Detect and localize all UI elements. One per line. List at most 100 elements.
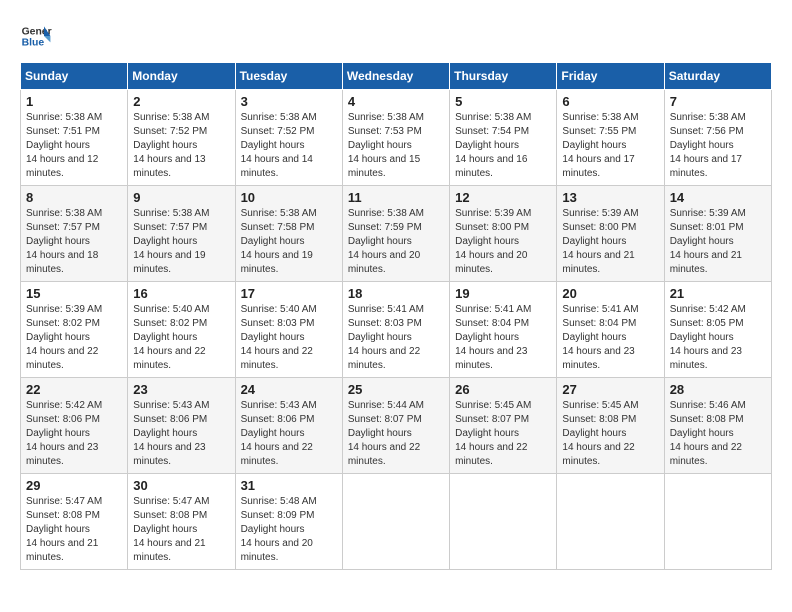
day-number: 17	[241, 286, 337, 301]
calendar-cell: 13 Sunrise: 5:39 AMSunset: 8:00 PMDaylig…	[557, 186, 664, 282]
calendar-cell: 18 Sunrise: 5:41 AMSunset: 8:03 PMDaylig…	[342, 282, 449, 378]
calendar-cell	[450, 474, 557, 570]
calendar-cell: 3 Sunrise: 5:38 AMSunset: 7:52 PMDayligh…	[235, 90, 342, 186]
day-header-thursday: Thursday	[450, 63, 557, 90]
day-number: 15	[26, 286, 122, 301]
day-number: 6	[562, 94, 658, 109]
day-number: 14	[670, 190, 766, 205]
day-number: 7	[670, 94, 766, 109]
day-number: 21	[670, 286, 766, 301]
calendar-cell: 10 Sunrise: 5:38 AMSunset: 7:58 PMDaylig…	[235, 186, 342, 282]
day-info: Sunrise: 5:38 AMSunset: 7:57 PMDaylight …	[133, 208, 209, 275]
calendar-cell: 24 Sunrise: 5:43 AMSunset: 8:06 PMDaylig…	[235, 378, 342, 474]
day-number: 3	[241, 94, 337, 109]
day-info: Sunrise: 5:38 AMSunset: 7:56 PMDaylight …	[670, 112, 746, 179]
calendar-cell	[342, 474, 449, 570]
calendar-cell: 29 Sunrise: 5:47 AMSunset: 8:08 PMDaylig…	[21, 474, 128, 570]
calendar-cell: 26 Sunrise: 5:45 AMSunset: 8:07 PMDaylig…	[450, 378, 557, 474]
day-info: Sunrise: 5:42 AMSunset: 8:05 PMDaylight …	[670, 304, 746, 371]
day-number: 13	[562, 190, 658, 205]
day-header-tuesday: Tuesday	[235, 63, 342, 90]
day-number: 24	[241, 382, 337, 397]
calendar-cell: 1 Sunrise: 5:38 AMSunset: 7:51 PMDayligh…	[21, 90, 128, 186]
day-number: 23	[133, 382, 229, 397]
day-number: 1	[26, 94, 122, 109]
day-info: Sunrise: 5:38 AMSunset: 7:58 PMDaylight …	[241, 208, 317, 275]
day-number: 16	[133, 286, 229, 301]
calendar-cell: 17 Sunrise: 5:40 AMSunset: 8:03 PMDaylig…	[235, 282, 342, 378]
calendar-cell: 2 Sunrise: 5:38 AMSunset: 7:52 PMDayligh…	[128, 90, 235, 186]
day-info: Sunrise: 5:41 AMSunset: 8:04 PMDaylight …	[455, 304, 531, 371]
calendar-cell	[557, 474, 664, 570]
day-info: Sunrise: 5:41 AMSunset: 8:04 PMDaylight …	[562, 304, 638, 371]
calendar-cell: 19 Sunrise: 5:41 AMSunset: 8:04 PMDaylig…	[450, 282, 557, 378]
day-info: Sunrise: 5:46 AMSunset: 8:08 PMDaylight …	[670, 400, 746, 467]
calendar-cell: 6 Sunrise: 5:38 AMSunset: 7:55 PMDayligh…	[557, 90, 664, 186]
calendar-cell: 25 Sunrise: 5:44 AMSunset: 8:07 PMDaylig…	[342, 378, 449, 474]
day-number: 25	[348, 382, 444, 397]
svg-text:Blue: Blue	[22, 38, 45, 49]
day-header-saturday: Saturday	[664, 63, 771, 90]
day-number: 22	[26, 382, 122, 397]
day-info: Sunrise: 5:45 AMSunset: 8:08 PMDaylight …	[562, 400, 638, 467]
day-info: Sunrise: 5:38 AMSunset: 7:54 PMDaylight …	[455, 112, 531, 179]
day-number: 18	[348, 286, 444, 301]
day-number: 11	[348, 190, 444, 205]
calendar-cell: 15 Sunrise: 5:39 AMSunset: 8:02 PMDaylig…	[21, 282, 128, 378]
day-info: Sunrise: 5:45 AMSunset: 8:07 PMDaylight …	[455, 400, 531, 467]
page-header: General Blue	[20, 20, 772, 52]
calendar-cell: 7 Sunrise: 5:38 AMSunset: 7:56 PMDayligh…	[664, 90, 771, 186]
day-number: 31	[241, 478, 337, 493]
day-header-sunday: Sunday	[21, 63, 128, 90]
calendar-cell: 16 Sunrise: 5:40 AMSunset: 8:02 PMDaylig…	[128, 282, 235, 378]
day-info: Sunrise: 5:42 AMSunset: 8:06 PMDaylight …	[26, 400, 102, 467]
day-info: Sunrise: 5:38 AMSunset: 7:53 PMDaylight …	[348, 112, 424, 179]
day-number: 10	[241, 190, 337, 205]
calendar-header-row: SundayMondayTuesdayWednesdayThursdayFrid…	[21, 63, 772, 90]
day-number: 2	[133, 94, 229, 109]
calendar-cell: 4 Sunrise: 5:38 AMSunset: 7:53 PMDayligh…	[342, 90, 449, 186]
day-header-friday: Friday	[557, 63, 664, 90]
day-number: 8	[26, 190, 122, 205]
calendar-cell: 21 Sunrise: 5:42 AMSunset: 8:05 PMDaylig…	[664, 282, 771, 378]
day-number: 28	[670, 382, 766, 397]
calendar-week-row: 29 Sunrise: 5:47 AMSunset: 8:08 PMDaylig…	[21, 474, 772, 570]
day-info: Sunrise: 5:39 AMSunset: 8:02 PMDaylight …	[26, 304, 102, 371]
day-number: 26	[455, 382, 551, 397]
day-info: Sunrise: 5:38 AMSunset: 7:57 PMDaylight …	[26, 208, 102, 275]
day-info: Sunrise: 5:40 AMSunset: 8:02 PMDaylight …	[133, 304, 209, 371]
day-number: 19	[455, 286, 551, 301]
day-number: 9	[133, 190, 229, 205]
day-info: Sunrise: 5:38 AMSunset: 7:55 PMDaylight …	[562, 112, 638, 179]
calendar-week-row: 22 Sunrise: 5:42 AMSunset: 8:06 PMDaylig…	[21, 378, 772, 474]
logo-icon: General Blue	[20, 20, 52, 52]
calendar-week-row: 8 Sunrise: 5:38 AMSunset: 7:57 PMDayligh…	[21, 186, 772, 282]
day-number: 12	[455, 190, 551, 205]
day-header-monday: Monday	[128, 63, 235, 90]
day-info: Sunrise: 5:40 AMSunset: 8:03 PMDaylight …	[241, 304, 317, 371]
day-info: Sunrise: 5:47 AMSunset: 8:08 PMDaylight …	[133, 496, 209, 563]
calendar-table: SundayMondayTuesdayWednesdayThursdayFrid…	[20, 62, 772, 570]
calendar-week-row: 15 Sunrise: 5:39 AMSunset: 8:02 PMDaylig…	[21, 282, 772, 378]
calendar-cell: 14 Sunrise: 5:39 AMSunset: 8:01 PMDaylig…	[664, 186, 771, 282]
day-info: Sunrise: 5:47 AMSunset: 8:08 PMDaylight …	[26, 496, 102, 563]
calendar-cell: 31 Sunrise: 5:48 AMSunset: 8:09 PMDaylig…	[235, 474, 342, 570]
day-info: Sunrise: 5:41 AMSunset: 8:03 PMDaylight …	[348, 304, 424, 371]
day-number: 27	[562, 382, 658, 397]
day-number: 20	[562, 286, 658, 301]
day-info: Sunrise: 5:39 AMSunset: 8:00 PMDaylight …	[562, 208, 638, 275]
day-info: Sunrise: 5:38 AMSunset: 7:51 PMDaylight …	[26, 112, 102, 179]
logo: General Blue	[20, 20, 52, 52]
day-info: Sunrise: 5:38 AMSunset: 7:52 PMDaylight …	[241, 112, 317, 179]
calendar-cell: 23 Sunrise: 5:43 AMSunset: 8:06 PMDaylig…	[128, 378, 235, 474]
day-info: Sunrise: 5:38 AMSunset: 7:52 PMDaylight …	[133, 112, 209, 179]
calendar-cell: 9 Sunrise: 5:38 AMSunset: 7:57 PMDayligh…	[128, 186, 235, 282]
calendar-cell: 5 Sunrise: 5:38 AMSunset: 7:54 PMDayligh…	[450, 90, 557, 186]
day-info: Sunrise: 5:44 AMSunset: 8:07 PMDaylight …	[348, 400, 424, 467]
day-info: Sunrise: 5:48 AMSunset: 8:09 PMDaylight …	[241, 496, 317, 563]
calendar-cell	[664, 474, 771, 570]
calendar-cell: 30 Sunrise: 5:47 AMSunset: 8:08 PMDaylig…	[128, 474, 235, 570]
calendar-cell: 11 Sunrise: 5:38 AMSunset: 7:59 PMDaylig…	[342, 186, 449, 282]
day-info: Sunrise: 5:43 AMSunset: 8:06 PMDaylight …	[241, 400, 317, 467]
calendar-cell: 12 Sunrise: 5:39 AMSunset: 8:00 PMDaylig…	[450, 186, 557, 282]
